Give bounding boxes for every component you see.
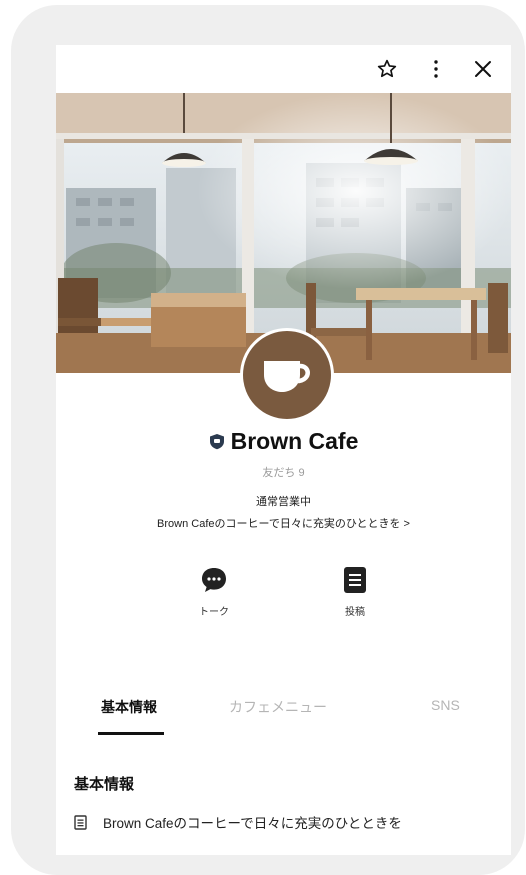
account-name: Brown Cafe — [230, 428, 359, 454]
info-row: Brown Cafeのコーヒーで日々に充実のひとときを — [74, 812, 402, 832]
close-button[interactable] — [469, 55, 497, 83]
favorite-button[interactable] — [373, 55, 401, 83]
coffee-cup-icon — [264, 361, 310, 392]
tab-sns[interactable]: SNS — [431, 697, 460, 713]
top-action-bar — [56, 45, 511, 93]
post-label: 投稿 — [345, 607, 365, 618]
star-icon — [377, 59, 397, 78]
talk-label: トーク — [199, 607, 229, 618]
phone-frame: Brown Cafe 友だち 9 通常営業中 Brown Cafeのコーヒーで日… — [11, 5, 525, 875]
speech-bubble-icon — [202, 568, 226, 592]
profile-avatar[interactable] — [240, 328, 334, 422]
account-name-row: Brown Cafe — [56, 428, 511, 455]
more-options-button[interactable] — [422, 55, 450, 83]
document-icon — [344, 567, 366, 593]
info-row-text: Brown Cafeのコーヒーで日々に充実のひとときを — [103, 816, 402, 831]
talk-button[interactable]: トーク — [174, 565, 254, 618]
section-title: 基本情報 — [74, 776, 135, 793]
shield-badge-icon — [209, 434, 224, 450]
tab-basic-info[interactable]: 基本情報 — [101, 697, 157, 717]
profile-screen: Brown Cafe 友だち 9 通常営業中 Brown Cafeのコーヒーで日… — [56, 45, 511, 855]
status-message-link[interactable]: Brown Cafeのコーヒーで日々に充実のひとときを > — [56, 515, 511, 531]
more-vertical-icon — [434, 60, 438, 78]
business-status: 通常営業中 — [256, 496, 311, 508]
friends-count: 友だち 9 — [262, 467, 305, 479]
profile-tabs: 基本情報 カフェメニュー SNS — [56, 685, 511, 736]
list-document-icon — [74, 814, 87, 830]
post-button[interactable]: 投稿 — [315, 565, 395, 618]
close-icon — [475, 61, 491, 77]
tab-cafe-menu[interactable]: カフェメニュー — [229, 697, 327, 717]
basic-info-section: 基本情報 Brown Cafeのコーヒーで日々に充実のひとときを — [56, 735, 511, 855]
